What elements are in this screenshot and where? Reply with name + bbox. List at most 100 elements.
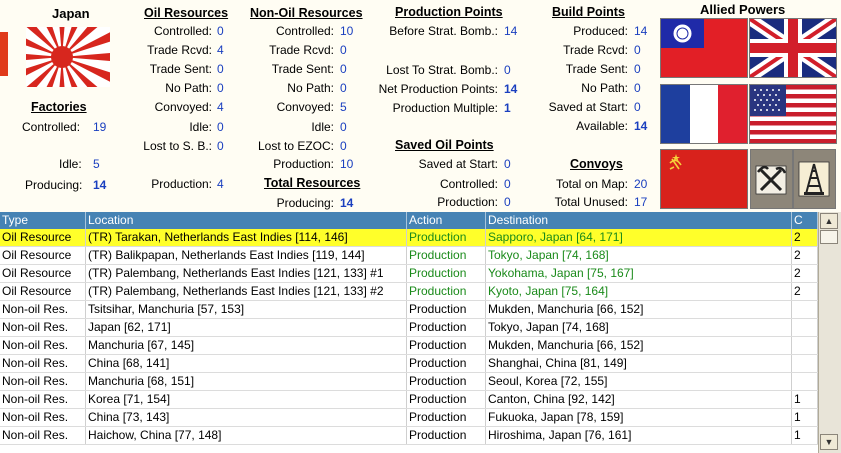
pp-lost-value: 0 [504, 63, 511, 77]
nonoil-convoyed-row: Convoyed: [276, 100, 334, 114]
cell-type: Non-oil Res. [0, 373, 86, 390]
cell-destination: Tokyo, Japan [74, 168] [486, 247, 792, 264]
factories-heading: Factories [31, 100, 87, 114]
cell-action: Production [407, 229, 486, 246]
factories-producing-label: Producing: [25, 178, 83, 192]
table-row[interactable]: Non-oil Res. China [73, 143] Production Fuk… [0, 409, 818, 427]
cell-c: 1 [792, 409, 818, 426]
saved-oil-controlled-value: 0 [504, 177, 511, 191]
cell-c: 2 [792, 283, 818, 300]
oil-idle-row: Idle: [189, 120, 212, 134]
cell-action: Production [407, 265, 486, 282]
allied-powers-heading: Allied Powers [700, 2, 786, 17]
table-header: Type Location Action Destination C [0, 212, 818, 229]
pp-multiple-value: 1 [504, 101, 511, 115]
union-jack-icon[interactable] [749, 18, 837, 78]
saved-oil-saved-row: Saved at Start: [418, 157, 498, 171]
france-flag-icon[interactable] [660, 84, 748, 144]
cell-type: Oil Resource [0, 247, 86, 264]
table-row[interactable]: Non-oil Res. China [68, 141] Production Sha… [0, 355, 818, 373]
cell-type: Oil Resource [0, 229, 86, 246]
factories-controlled-value: 19 [93, 120, 107, 134]
cell-type: Non-oil Res. [0, 427, 86, 444]
table-row[interactable]: Non-oil Res. Manchuria [68, 151] Productio… [0, 373, 818, 391]
oil-convoyed-value: 4 [217, 100, 224, 114]
nonoil-lost-ezoc-row: Lost to EZOC: [257, 139, 334, 153]
convoys-unused-value: 17 [634, 195, 648, 209]
resource-table: Type Location Action Destination C Oil R… [0, 212, 818, 453]
cell-c [792, 373, 818, 390]
factories-producing-value: 14 [93, 178, 107, 192]
cell-location: (TR) Palembang, Netherlands East Indies … [86, 283, 407, 300]
oil-derrick-icon[interactable] [793, 149, 836, 209]
cell-location: Japan [62, 171] [86, 319, 407, 336]
cell-destination: Hiroshima, Japan [76, 161] [486, 427, 792, 444]
production-points-heading: Production Points [395, 5, 503, 19]
oil-lost-sb-row: Lost to S. B.: [143, 139, 212, 153]
table-row[interactable]: Non-oil Res. Japan [62, 171] Production Tok… [0, 319, 818, 337]
cell-location: Manchuria [67, 145] [86, 337, 407, 354]
column-header-c[interactable]: C [792, 212, 818, 229]
bp-rcvd-row: Trade Rcvd: [563, 43, 628, 57]
cell-location: Haichow, China [77, 148] [86, 427, 407, 444]
oil-convoyed-row: Convoyed: [154, 100, 212, 114]
cell-location: China [68, 141] [86, 355, 407, 372]
mining-icon[interactable] [750, 149, 793, 209]
table-row[interactable]: Oil Resource (TR) Balikpapan, Netherlands… [0, 247, 818, 265]
table-row[interactable]: Oil Resource (TR) Tarakan, Netherlands Ea… [0, 229, 818, 247]
cell-action: Production [407, 391, 486, 408]
cell-destination: Tokyo, Japan [74, 168] [486, 319, 792, 336]
bp-sent-row: Trade Sent: [565, 62, 628, 76]
usa-flag-icon[interactable] [749, 84, 837, 144]
nonoil-lost-ezoc-value: 0 [340, 139, 347, 153]
table-row[interactable]: Non-oil Res. Korea [71, 154] Production Can… [0, 391, 818, 409]
japan-flag-icon [26, 27, 110, 87]
pp-net-value: 14 [504, 82, 518, 96]
column-header-action[interactable]: Action [407, 212, 486, 229]
cell-action: Production [407, 301, 486, 318]
scroll-down-icon[interactable]: ▼ [820, 434, 838, 450]
saved-oil-production-value: 0 [504, 195, 511, 209]
cell-type: Non-oil Res. [0, 409, 86, 426]
table-row[interactable]: Oil Resource (TR) Palembang, Netherlands … [0, 265, 818, 283]
oil-trade-sent-row: Trade Sent: [149, 62, 212, 76]
scroll-up-icon[interactable]: ▲ [820, 213, 838, 229]
column-header-location[interactable]: Location [86, 212, 407, 229]
table-row[interactable]: Non-oil Res. Tsitsihar, Manchuria [57, 15… [0, 301, 818, 319]
nonoil-trade-rcvd-row: Trade Rcvd: [269, 43, 334, 57]
convoys-onmap-value: 20 [634, 177, 648, 191]
cell-location: (TR) Balikpapan, Netherlands East Indies… [86, 247, 407, 264]
table-row[interactable]: Non-oil Res. Haichow, China [77, 148] Prod… [0, 427, 818, 445]
cell-type: Oil Resource [0, 283, 86, 300]
saved-oil-saved-value: 0 [504, 157, 511, 171]
oil-no-path-row: No Path: [165, 81, 212, 95]
cell-location: Tsitsihar, Manchuria [57, 153] [86, 301, 407, 318]
cell-location: China [73, 143] [86, 409, 407, 426]
cell-destination: Seoul, Korea [72, 155] [486, 373, 792, 390]
nonoil-trade-sent-row: Trade Sent: [271, 62, 334, 76]
nonoil-trade-sent-value: 0 [340, 62, 347, 76]
scroll-thumb[interactable] [820, 230, 838, 244]
side-tab[interactable] [0, 32, 8, 76]
cell-destination: Mukden, Manchuria [66, 152] [486, 301, 792, 318]
cell-action: Production [407, 373, 486, 390]
oil-trade-sent-value: 0 [217, 62, 224, 76]
cell-location: (TR) Palembang, Netherlands East Indies … [86, 265, 407, 282]
cell-c [792, 319, 818, 336]
cell-c: 1 [792, 427, 818, 444]
cell-location: Korea [71, 154] [86, 391, 407, 408]
column-header-type[interactable]: Type [0, 212, 86, 229]
oil-trade-rcvd-row: Trade Rcvd: [147, 43, 212, 57]
nonoil-trade-rcvd-value: 0 [340, 43, 347, 57]
factories-idle-value: 5 [93, 157, 100, 171]
cell-destination: Shanghai, China [81, 149] [486, 355, 792, 372]
bp-available-value: 14 [634, 119, 648, 133]
table-row[interactable]: Oil Resource (TR) Palembang, Netherlands … [0, 283, 818, 301]
table-scrollbar[interactable]: ▲ ▼ [818, 212, 841, 453]
cell-c: 1 [792, 391, 818, 408]
column-header-destination[interactable]: Destination [486, 212, 792, 229]
nonoil-no-path-row: No Path: [287, 81, 334, 95]
ussr-flag-icon[interactable] [660, 149, 748, 209]
china-flag-icon[interactable] [660, 18, 748, 78]
table-row[interactable]: Non-oil Res. Manchuria [67, 145] Productio… [0, 337, 818, 355]
